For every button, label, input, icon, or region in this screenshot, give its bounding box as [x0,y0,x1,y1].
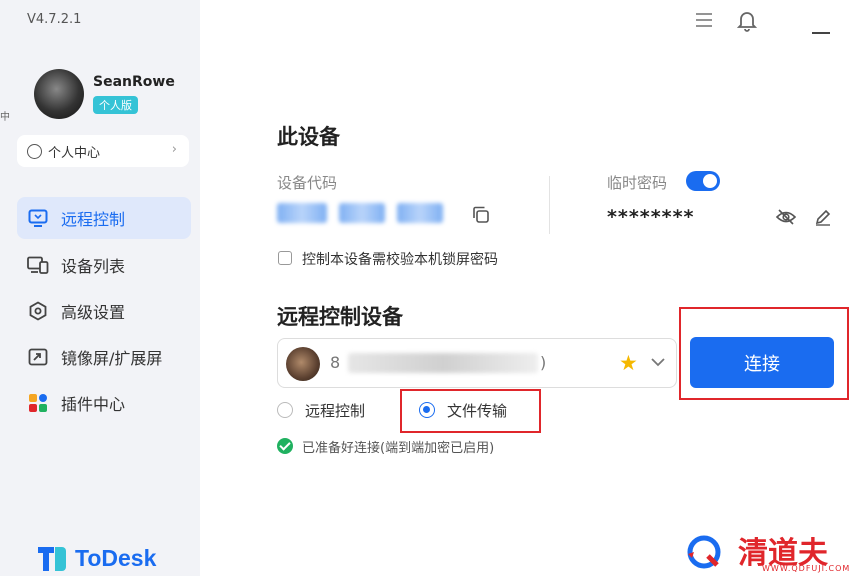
bell-icon[interactable] [736,10,758,36]
temp-password-toggle[interactable] [686,171,720,191]
device-code-value [277,200,443,226]
sidebar-item-label: 设备列表 [61,257,126,276]
device-avatar [286,347,320,381]
minimize-icon[interactable] [812,20,830,39]
mode-label-remote: 远程控制 [305,402,366,420]
chevron-right-icon: › [171,142,177,157]
lock-check-label: 控制本设备需校验本机锁屏密码 [302,252,498,268]
edit-icon[interactable] [814,208,832,230]
user-icon [27,143,42,159]
remote-device-select[interactable]: 8 ) ★ [277,338,677,388]
sidebar: V4.7.2.1 中 SeanRowe 个人版 个人中心 › 远程控制 设备列表… [0,0,200,576]
chevron-down-icon[interactable] [649,353,667,375]
todesk-logo-icon [37,544,67,572]
profile-center-button[interactable]: 个人中心 › [17,135,189,167]
watermark-url: WWW.QDFUJI.COM [762,564,851,573]
temp-password-value: ******** [607,206,695,228]
lock-check-checkbox[interactable] [278,251,292,265]
sidebar-item-plugin-center[interactable]: 插件中心 [17,382,191,424]
sidebar-item-label: 插件中心 [61,395,126,414]
connect-button[interactable]: 连接 [690,337,834,388]
device-id-end: ) [540,353,548,372]
mirror-screen-icon [27,346,49,368]
todesk-logo: ToDesk [37,544,156,572]
version-label: V4.7.2.1 [27,12,82,27]
mode-radio-file-transfer[interactable] [419,402,435,418]
temp-password-label: 临时密码 [607,174,668,192]
watermark: 清道夫 WWW.QDFUJI.COM [676,528,867,576]
remote-control-title: 远程控制设备 [277,305,403,329]
sidebar-item-device-list[interactable]: 设备列表 [17,244,191,286]
sidebar-item-label: 高级设置 [61,303,126,322]
device-id-start: 8 [330,353,342,372]
username: SeanRowe [93,74,175,90]
sidebar-item-remote-control[interactable]: 远程控制 [17,197,191,239]
brand-name: ToDesk [75,544,157,571]
plan-badge: 个人版 [93,96,138,114]
copy-icon[interactable] [471,205,491,229]
watermark-logo-icon [684,532,724,572]
sidebar-item-label: 镜像屏/扩展屏 [61,349,163,368]
divider [549,176,550,234]
sidebar-item-advanced-settings[interactable]: 高级设置 [17,290,191,332]
settings-icon [27,300,49,322]
mode-label-file-transfer: 文件传输 [447,402,508,420]
shield-check-icon [277,438,293,454]
avatar[interactable] [34,69,84,119]
plugin-icon [27,392,49,414]
devices-icon [27,254,49,276]
this-device-title: 此设备 [277,125,340,149]
connection-status: 已准备好连接(端到端加密已启用) [302,441,495,456]
device-code-label: 设备代码 [277,174,338,192]
sidebar-item-label: 远程控制 [61,210,126,229]
sidebar-item-mirror-screen[interactable]: 镜像屏/扩展屏 [17,336,191,378]
star-icon[interactable]: ★ [619,351,638,375]
eye-hidden-icon[interactable] [775,208,797,230]
profile-center-label: 个人中心 [48,145,101,161]
menu-icon[interactable] [694,10,714,34]
monitor-icon [27,207,49,229]
device-id-blurred [348,353,538,373]
mode-radio-remote[interactable] [277,402,293,418]
stray-char: 中 [0,112,10,123]
